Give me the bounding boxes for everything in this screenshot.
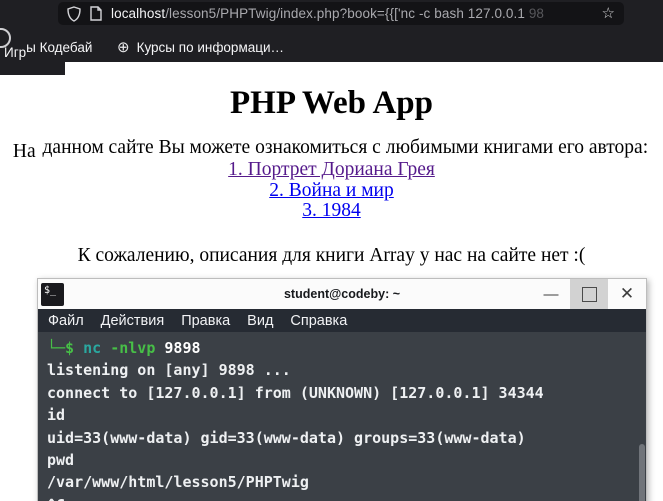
web-page: PHP Web App На данном сайте Вы можете оз…	[0, 62, 663, 267]
book-link-row: 1. Портрет Дориана Грея	[0, 159, 663, 181]
command-options: -nlvp	[110, 339, 156, 357]
browser-toolbar: localhost/lesson5/PHPTwig/index.php?book…	[0, 0, 663, 62]
bookmark-item-games[interactable]: Игры Кодебай	[4, 40, 93, 60]
not-found-message: К сожалению, описания для книги Array у …	[77, 244, 586, 266]
terminal-prompt-line: └─$ nc -nlvp 9898	[47, 337, 636, 359]
bookmark-label: Курсы по информаци…	[136, 40, 285, 55]
menu-file[interactable]: Файл	[48, 313, 84, 329]
book-link-3[interactable]: 3. 1984	[302, 200, 361, 221]
url-host: localhost	[111, 6, 166, 21]
book-link-2[interactable]: 2. Война и мир	[269, 180, 394, 201]
bookmarks-bar: Игры Кодебай ⊕ Курсы по информаци…	[0, 38, 663, 62]
book-link-row: 3. 1984	[0, 200, 663, 222]
screen: localhost/lesson5/PHPTwig/index.php?book…	[0, 0, 663, 501]
terminal-titlebar[interactable]: $_ student@codeby: ~ — ✕	[38, 279, 646, 309]
menu-edit[interactable]: Правка	[181, 313, 230, 329]
terminal-output-area[interactable]: └─$ nc -nlvp 9898 listening on [any] 989…	[38, 332, 646, 501]
maximize-icon	[581, 286, 597, 302]
window-controls: — ✕	[532, 279, 646, 309]
bookmark-label-rest: ы Кодебай	[26, 40, 93, 55]
shield-icon[interactable]	[67, 5, 81, 22]
shell-prompt: └─$	[47, 339, 75, 357]
menu-help[interactable]: Справка	[290, 313, 347, 329]
url-text[interactable]: localhost/lesson5/PHPTwig/index.php?book…	[111, 6, 589, 21]
terminal-line: connect to [127.0.0.1] from (UNKNOWN) [1…	[47, 383, 544, 402]
bookmark-item-courses[interactable]: ⊕ Курсы по информаци…	[117, 40, 284, 55]
terminal-window: $_ student@codeby: ~ — ✕ Файл Действия П…	[37, 278, 647, 501]
address-bar[interactable]: localhost/lesson5/PHPTwig/index.php?book…	[58, 2, 624, 25]
terminal-line: pwd	[47, 451, 75, 470]
terminal-scrollbar-thumb[interactable]	[639, 444, 645, 501]
bookmark-star-icon[interactable]: ☆	[602, 6, 615, 21]
page-title: PHP Web App	[230, 85, 433, 121]
intro-lead: На	[12, 141, 36, 162]
terminal-line: /var/www/html/lesson5/PHPTwig	[47, 473, 309, 492]
url-path: /lesson5/PHPTwig/index.php?book={{['nc -…	[165, 6, 529, 21]
command-argument: 9898	[164, 339, 201, 357]
page-info-icon[interactable]	[90, 6, 102, 21]
terminal-line: listening on [any] 9898 ...	[47, 361, 291, 380]
command-name: nc	[83, 339, 102, 357]
menu-actions[interactable]: Действия	[101, 313, 165, 329]
minimize-button[interactable]: —	[532, 279, 570, 309]
close-button[interactable]: ✕	[608, 279, 646, 309]
maximize-button[interactable]	[570, 279, 608, 309]
menu-view[interactable]: Вид	[247, 313, 273, 329]
book-link-1[interactable]: 1. Портрет Дориана Грея	[228, 159, 435, 180]
terminal-line: uid=33(www-data) gid=33(www-data) groups…	[47, 428, 526, 447]
terminal-line: id	[47, 406, 66, 425]
intro-rest: данном сайте Вы можете ознакомиться с лю…	[42, 137, 649, 158]
url-path-fade: 98	[528, 6, 545, 21]
book-link-row: 2. Война и мир	[0, 180, 663, 202]
terminal-menubar: Файл Действия Правка Вид Справка	[38, 309, 646, 332]
terminal-app-icon: $_	[41, 282, 64, 306]
intro-text: На данном сайте Вы можете ознакомиться с…	[0, 137, 663, 162]
bookmark-label-lead: Игр	[4, 45, 27, 60]
terminal-line-partial: ^C	[47, 494, 636, 501]
globe-icon: ⊕	[117, 39, 130, 56]
